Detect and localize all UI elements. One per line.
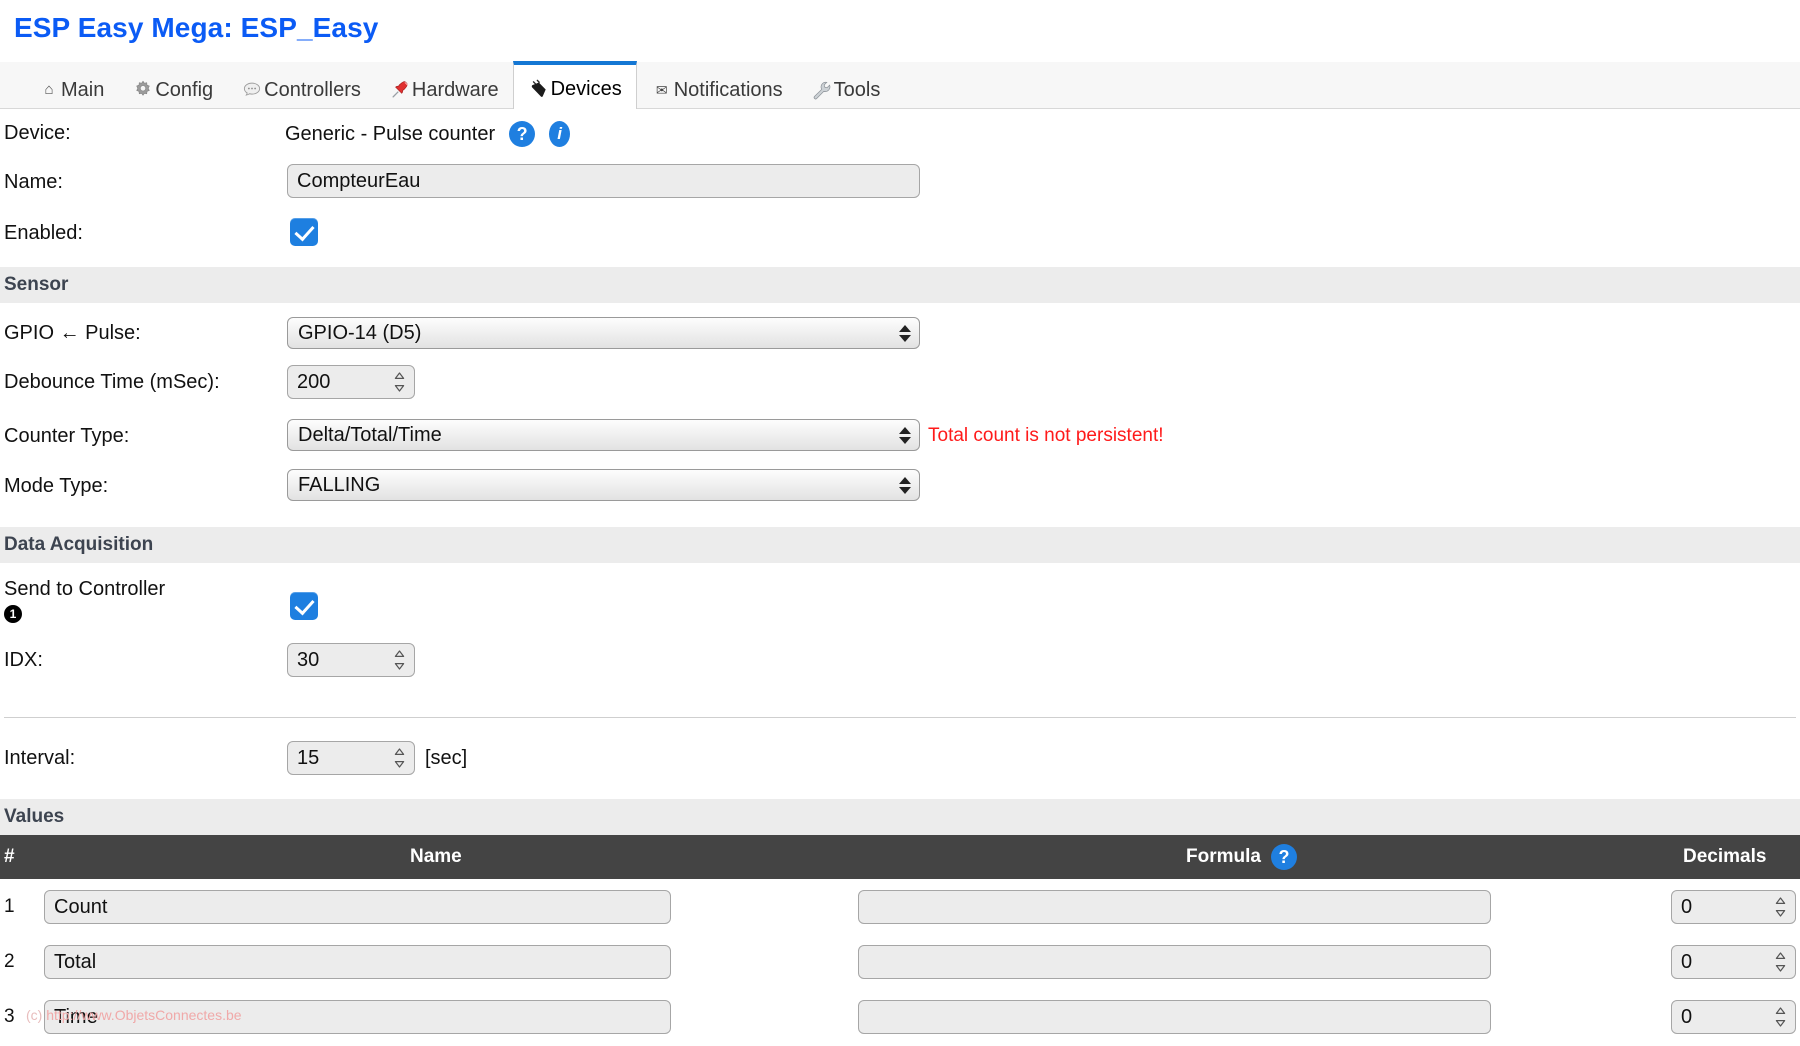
idx-input[interactable] xyxy=(287,643,415,677)
formula-help-icon[interactable]: ? xyxy=(1270,844,1297,870)
tab-notifications[interactable]: ✉ Notifications xyxy=(637,71,797,109)
data-acquisition-section-header: Data Acquisition xyxy=(0,527,1800,563)
data-acquisition-section: Data Acquisition xyxy=(0,527,1800,563)
section-divider xyxy=(4,717,1796,718)
tab-tools-label: Tools xyxy=(833,79,881,101)
tab-main[interactable]: ⌂ Main xyxy=(24,71,118,109)
enabled-label: Enabled: xyxy=(4,222,83,244)
tab-config-label: Config xyxy=(155,79,214,101)
gpio-label: GPIO ← Pulse: xyxy=(4,322,141,344)
value-formula-input[interactable] xyxy=(858,890,1491,924)
device-help-icon[interactable]: ? xyxy=(509,121,536,147)
tab-main-label: Main xyxy=(61,79,105,101)
controller-number-badge: 1 xyxy=(4,605,22,623)
gear-icon xyxy=(132,79,154,101)
tab-config[interactable]: Config xyxy=(118,71,227,109)
value-name-input[interactable] xyxy=(44,890,671,924)
tab-hardware[interactable]: Hardware xyxy=(375,71,513,109)
esp-easy-device-config-page: ESP Easy Mega: ESP_Easy ⌂ Main Config Co… xyxy=(0,0,1800,1046)
values-section-title: Values xyxy=(4,806,65,827)
table-row: 1 xyxy=(0,885,1800,929)
sensor-section-title: Sensor xyxy=(4,274,69,295)
debounce-time-input[interactable] xyxy=(287,365,415,399)
mail-icon: ✉ xyxy=(655,82,668,98)
page-title: ESP Easy Mega: ESP_Easy xyxy=(14,12,379,43)
value-decimals-input[interactable] xyxy=(1671,945,1796,979)
interval-unit: [sec] xyxy=(425,747,468,769)
value-decimals-input[interactable] xyxy=(1671,1000,1796,1034)
bubble-icon xyxy=(241,79,263,101)
enabled-checkbox[interactable] xyxy=(290,218,318,246)
send-to-controller-checkbox[interactable] xyxy=(290,592,318,620)
tab-notifications-label: Notifications xyxy=(673,79,783,101)
tab-controllers-label: Controllers xyxy=(264,79,361,101)
values-col-decimals: Decimals xyxy=(1683,846,1767,867)
gpio-row: GPIO ← Pulse: GPIO-14 (D5) xyxy=(0,303,1800,357)
device-name-input[interactable] xyxy=(287,164,920,198)
device-type-value: Generic - Pulse counter xyxy=(285,122,496,145)
tab-devices-label: Devices xyxy=(550,77,622,100)
main-navigation-tabbar: ⌂ Main Config Controllers Hardware Devic… xyxy=(0,61,1800,109)
gpio-pulse-select[interactable]: GPIO-14 (D5) xyxy=(287,317,920,349)
row-index: 2 xyxy=(4,951,15,972)
plug-icon xyxy=(528,78,550,100)
name-label: Name: xyxy=(4,171,63,193)
enabled-row: Enabled: xyxy=(0,205,1800,267)
value-name-input[interactable] xyxy=(44,1000,671,1034)
values-table-header: # Name Formula ? Decimals xyxy=(0,835,1800,879)
row-index: 3 xyxy=(4,1006,15,1027)
tab-devices[interactable]: Devices xyxy=(512,61,637,109)
values-table-body: 1 Count 0 2 Total 0 3 Time 0 xyxy=(0,879,1800,1039)
interval-input[interactable] xyxy=(287,741,415,775)
interval-label: Interval: xyxy=(4,747,76,769)
device-config-form: Device: Generic - Pulse counter ? i Name… xyxy=(0,109,1800,1039)
name-row: Name: xyxy=(0,157,1800,205)
sensor-section-header: Sensor xyxy=(0,267,1800,303)
counter-type-row: Counter Type: Delta/Total/Time Total cou… xyxy=(0,409,1800,459)
tab-hardware-label: Hardware xyxy=(411,79,499,101)
counter-type-label: Counter Type: xyxy=(4,425,130,447)
tab-tools[interactable]: Tools xyxy=(797,71,895,109)
mode-type-row: Mode Type: FALLING xyxy=(0,459,1800,527)
sensor-section: Sensor xyxy=(0,267,1800,303)
values-col-index: # xyxy=(4,846,15,867)
value-decimals-input[interactable] xyxy=(1671,890,1796,924)
pushpin-icon xyxy=(389,79,411,101)
table-row: 2 xyxy=(0,940,1800,984)
idx-label: IDX: xyxy=(4,649,43,671)
values-section: Values xyxy=(0,799,1800,835)
values-col-name: Name xyxy=(410,846,462,867)
interval-row: Interval: [sec] xyxy=(0,721,1800,799)
value-formula-input[interactable] xyxy=(858,945,1491,979)
row-index: 1 xyxy=(4,896,15,917)
counter-type-select[interactable]: Delta/Total/Time xyxy=(287,419,920,451)
values-col-formula: Formula xyxy=(1186,846,1261,867)
wrench-icon xyxy=(811,79,833,101)
value-formula-input[interactable] xyxy=(858,1000,1491,1034)
value-name-input[interactable] xyxy=(44,945,671,979)
mode-type-select[interactable]: FALLING xyxy=(287,469,920,501)
send-to-controller-label: Send to Controller xyxy=(4,578,166,600)
mode-type-label: Mode Type: xyxy=(4,475,109,497)
device-row: Device: Generic - Pulse counter ? i xyxy=(0,109,1800,157)
tab-list: ⌂ Main Config Controllers Hardware Devic… xyxy=(24,61,895,109)
device-info-icon[interactable]: i xyxy=(549,121,571,147)
idx-row: IDX: xyxy=(0,635,1800,721)
data-acquisition-section-title: Data Acquisition xyxy=(4,534,154,555)
counter-type-warning: Total count is not persistent! xyxy=(928,425,1164,446)
debounce-row: Debounce Time (mSec): xyxy=(0,357,1800,409)
values-section-header: Values xyxy=(0,799,1800,835)
table-row: 3 xyxy=(0,995,1800,1039)
device-label: Device: xyxy=(4,122,71,144)
home-icon: ⌂ xyxy=(44,81,54,98)
debounce-label: Debounce Time (mSec): xyxy=(4,371,220,393)
send-to-controller-row: Send to Controller 1 xyxy=(0,563,1800,635)
tab-controllers[interactable]: Controllers xyxy=(227,71,375,109)
